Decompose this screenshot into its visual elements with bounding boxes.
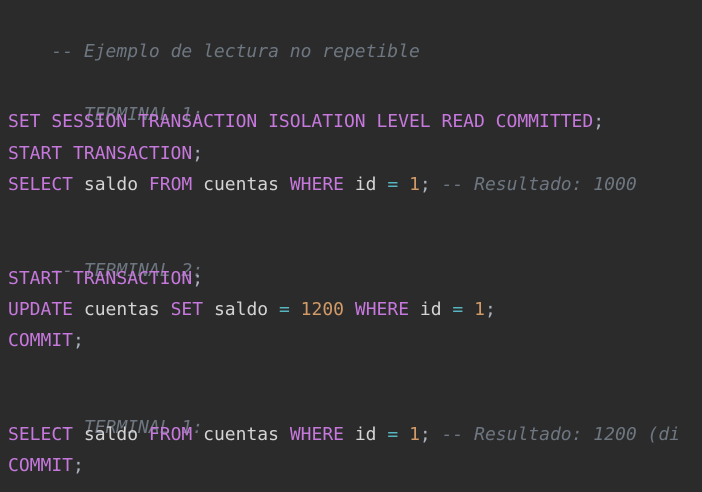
code-line-14: SELECT saldo FROM cuentas WHERE id = 1; … bbox=[8, 423, 680, 447]
comment: -- Resultado: 1200 (di bbox=[441, 424, 681, 445]
identifier: cuentas bbox=[203, 174, 279, 195]
identifier: id bbox=[354, 424, 377, 445]
comment: -- Resultado: 1000 bbox=[441, 174, 637, 195]
identifier: id bbox=[354, 174, 377, 195]
keyword: WHERE bbox=[354, 299, 410, 320]
keyword: WHERE bbox=[289, 424, 344, 445]
comment: -- Ejemplo de lectura no repetible bbox=[51, 41, 420, 62]
identifier: cuentas bbox=[83, 299, 160, 320]
keyword: START TRANSACTION bbox=[8, 143, 193, 164]
code-editor[interactable]: -- Ejemplo de lectura no repetible -- TE… bbox=[0, 0, 702, 492]
identifier: cuentas bbox=[203, 424, 279, 445]
code-line-15: COMMIT; bbox=[8, 454, 84, 478]
keyword: FROM bbox=[148, 424, 193, 445]
identifier: id bbox=[419, 299, 442, 320]
keyword: WHERE bbox=[289, 174, 344, 195]
identifier: saldo bbox=[83, 424, 139, 445]
semicolon: ; bbox=[73, 455, 84, 476]
keyword: COMMIT bbox=[8, 455, 74, 476]
code-line-6: SELECT saldo FROM cuentas WHERE id = 1; … bbox=[8, 173, 637, 197]
number: 1 bbox=[474, 299, 485, 320]
identifier: saldo bbox=[213, 299, 269, 320]
operator: = bbox=[452, 299, 464, 320]
code-line-9: START TRANSACTION; bbox=[8, 267, 203, 291]
code-line-10: UPDATE cuentas SET saldo = 1200 WHERE id… bbox=[8, 298, 496, 322]
keyword: UPDATE bbox=[8, 299, 74, 320]
semicolon: ; bbox=[593, 111, 605, 132]
code-line-5: START TRANSACTION; bbox=[8, 142, 203, 166]
keyword: FROM bbox=[148, 174, 193, 195]
keyword: SET bbox=[170, 299, 204, 320]
keyword: SELECT bbox=[8, 174, 74, 195]
keyword: START TRANSACTION bbox=[8, 268, 193, 289]
keyword: SELECT bbox=[8, 424, 74, 445]
semicolon: ; bbox=[73, 330, 84, 351]
code-line-8: -- TERMINAL 2: bbox=[8, 235, 203, 281]
number: 1 bbox=[409, 424, 420, 445]
identifier: saldo bbox=[83, 174, 139, 195]
semicolon: ; bbox=[192, 268, 204, 289]
keyword: COMMIT bbox=[8, 330, 74, 351]
code-line-11: COMMIT; bbox=[8, 329, 84, 353]
operator: = bbox=[387, 424, 399, 445]
code-line-4: SET SESSION TRANSACTION ISOLATION LEVEL … bbox=[8, 110, 604, 134]
code-line-1: -- Ejemplo de lectura no repetible bbox=[8, 16, 419, 62]
code-line-13: -- TERMINAL 1: bbox=[8, 392, 203, 438]
operator: = bbox=[387, 174, 399, 195]
code-line-3: -- TERMINAL 1: bbox=[8, 79, 203, 125]
semicolon: ; bbox=[419, 174, 431, 195]
number: 1200 bbox=[300, 299, 345, 320]
semicolon: ; bbox=[192, 143, 204, 164]
keyword: SET SESSION TRANSACTION ISOLATION LEVEL … bbox=[8, 111, 594, 132]
operator: = bbox=[278, 299, 290, 320]
semicolon: ; bbox=[419, 424, 431, 445]
semicolon: ; bbox=[484, 299, 496, 320]
number: 1 bbox=[409, 174, 420, 195]
